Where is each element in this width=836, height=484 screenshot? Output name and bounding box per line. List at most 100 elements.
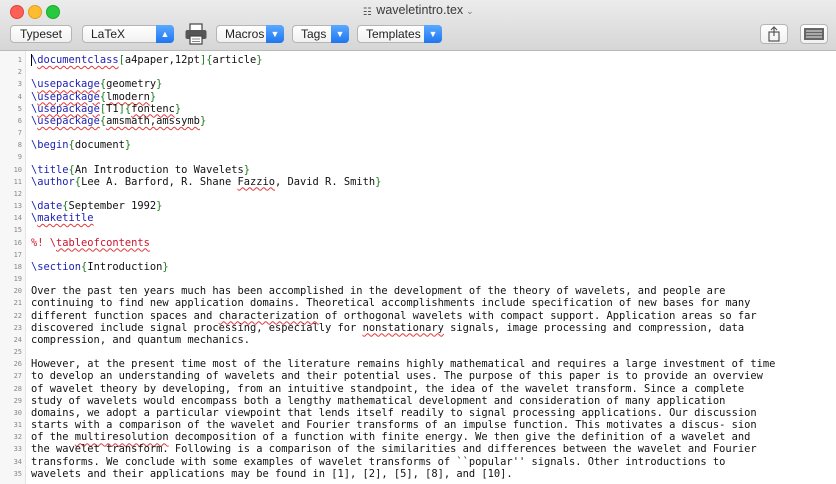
line-number: 34	[13, 457, 22, 466]
code-line[interactable]: the wavelet transform. Following is a co…	[31, 443, 831, 455]
code-token: }	[199, 114, 207, 127]
sidebar-lines-icon	[804, 28, 824, 40]
line-number: 24	[13, 335, 22, 344]
code-token: different function spaces and	[31, 309, 219, 322]
tags-menu-label: Tags	[301, 27, 327, 41]
code-line[interactable]: different function spaces and characteri…	[31, 310, 831, 322]
code-line[interactable]: continuing to find new application domai…	[31, 297, 831, 309]
line-number: 13	[13, 202, 22, 211]
code-token: }	[375, 175, 382, 188]
line-number: 29	[13, 396, 22, 405]
code-token: usepackage	[37, 90, 100, 103]
engine-select[interactable]: LaTeX ▲︎	[82, 25, 174, 43]
share-button[interactable]	[760, 24, 788, 44]
line-number: 35	[13, 469, 22, 478]
code-token: tableofcontents	[56, 236, 150, 249]
code-line[interactable]: to develop an understanding of wavelets …	[31, 370, 831, 382]
macros-menu[interactable]: Macros ▼	[216, 25, 284, 43]
code-line[interactable]: compression, and quantum mechanics.	[31, 334, 831, 346]
code-token: %! \	[31, 236, 57, 249]
source-editor[interactable]: 1 2 3 4 5 6 7 8 9 10 11 12 13 14 15 16 17 18 19 20 21 22 23 24 2…	[0, 51, 836, 484]
chevron-down-icon: ▼	[424, 25, 442, 43]
code-line[interactable]: study of wavelets would encompass both a…	[31, 395, 831, 407]
code-token: usepackage	[37, 102, 100, 115]
code-line[interactable]: \maketitle	[31, 212, 831, 224]
line-number: 14	[13, 214, 22, 223]
code-token: \date	[31, 200, 63, 213]
line-number-gutter: 1 2 3 4 5 6 7 8 9 10 11 12 13 14 15 16 17 18 19 20 21 22 23 24 2…	[0, 51, 26, 484]
line-number: 25	[13, 348, 22, 357]
tags-menu[interactable]: Tags ▼	[292, 25, 349, 43]
code-token: fontenc	[131, 102, 175, 115]
code-line[interactable]: \usepackage{geometry}	[31, 78, 831, 90]
code-line[interactable]: \documentclass[a4paper,12pt]{article}	[31, 54, 831, 66]
code-line[interactable]: \usepackage{lmodern}	[31, 91, 831, 103]
code-line[interactable]: %! \tableofcontents	[31, 237, 831, 249]
app-window: ☷ waveletintro.tex ⌄ Typeset LaTeX ▲︎ Macr…	[0, 0, 836, 484]
code-token: \section	[31, 260, 82, 273]
code-token: Introduction	[87, 260, 163, 273]
line-number: 27	[13, 372, 22, 381]
macros-menu-label: Macros	[225, 27, 265, 41]
code-token: T1	[106, 102, 119, 115]
code-token: the wavelet transform. Following is a co…	[31, 443, 757, 456]
code-line[interactable]: transforms. We conclude with some exampl…	[31, 456, 831, 468]
code-token: continuing to find new application domai…	[31, 297, 751, 310]
code-token: multiresolution	[74, 431, 169, 444]
code-line[interactable]: \usepackage{amsmath,amssymb}	[31, 115, 831, 127]
code-token: a4paper,12pt	[124, 54, 200, 66]
code-line[interactable]: wavelets and their applications may be f…	[31, 468, 831, 480]
code-token: decomposition of a function with finite …	[168, 431, 751, 444]
code-line[interactable]: domains, we adopt a particular viewpoint…	[31, 407, 831, 419]
code-line[interactable]: However, at the present time most of the…	[31, 358, 831, 370]
line-number: 18	[13, 262, 22, 271]
line-number: 21	[13, 299, 22, 308]
code-line[interactable]: \date{September 1992}	[31, 200, 831, 212]
line-number: 3	[17, 80, 22, 89]
code-token: wavelets and their applications may be f…	[31, 467, 513, 480]
code-line[interactable]: Over the past ten years much has been ac…	[31, 285, 831, 297]
code-token: }	[162, 260, 169, 273]
sidebar-toggle-button[interactable]	[800, 24, 828, 44]
line-number: 26	[13, 360, 22, 369]
chevron-down-icon: ⌄	[466, 6, 474, 16]
code-token: ]{	[199, 54, 213, 66]
engine-select-value: LaTeX	[91, 27, 126, 41]
printer-icon[interactable]	[184, 23, 208, 45]
line-number: 12	[13, 189, 22, 198]
line-number: 28	[13, 384, 22, 393]
code-token: September 1992	[68, 200, 157, 213]
code-line[interactable]: discovered include signal processing, es…	[31, 322, 831, 334]
code-line[interactable]: \author{Lee A. Barford, R. Shane Fazzio,…	[31, 176, 831, 188]
code-token: }	[243, 163, 250, 176]
line-number: 10	[13, 165, 22, 174]
code-token: nonstationary	[362, 321, 444, 334]
code-line[interactable]: of the multiresolution decomposition of …	[31, 431, 831, 443]
line-number: 23	[13, 323, 22, 332]
code-token: study of wavelets would encompass both a…	[31, 394, 726, 407]
code-token: }	[156, 200, 163, 213]
code-token: \title	[31, 163, 69, 176]
code-token: signals, image processing and compressio…	[443, 321, 745, 334]
code-line[interactable]: \begin{document}	[31, 139, 831, 151]
code-line[interactable]: \section{Introduction}	[31, 261, 831, 273]
code-token: to develop an understanding of wavelets …	[31, 370, 763, 383]
code-token: }	[124, 139, 132, 152]
updown-arrows-icon: ▲︎	[156, 25, 174, 43]
code-token: However, at the present time most of the…	[31, 358, 776, 371]
line-number: 8	[17, 141, 22, 150]
line-number: 19	[13, 275, 22, 284]
code-token: characterization	[218, 309, 319, 322]
code-token: usepackage	[37, 114, 100, 127]
code-token: }	[174, 102, 182, 115]
typeset-button[interactable]: Typeset	[10, 25, 72, 43]
code-line[interactable]: of wavelet theory by developing, from an…	[31, 383, 831, 395]
code-line[interactable]: \usepackage[T1]{fontenc}	[31, 103, 831, 115]
line-number: 31	[13, 421, 22, 430]
code-token: of orthogonal wavelets with compact supp…	[318, 309, 757, 322]
window-title[interactable]: ☷ waveletintro.tex ⌄	[0, 3, 836, 18]
line-number: 30	[13, 408, 22, 417]
code-line[interactable]: \title{An Introduction to Wavelets}	[31, 164, 831, 176]
templates-menu[interactable]: Templates ▼	[357, 25, 442, 43]
code-line[interactable]: starts with a comparison of the wavelet …	[31, 419, 831, 431]
